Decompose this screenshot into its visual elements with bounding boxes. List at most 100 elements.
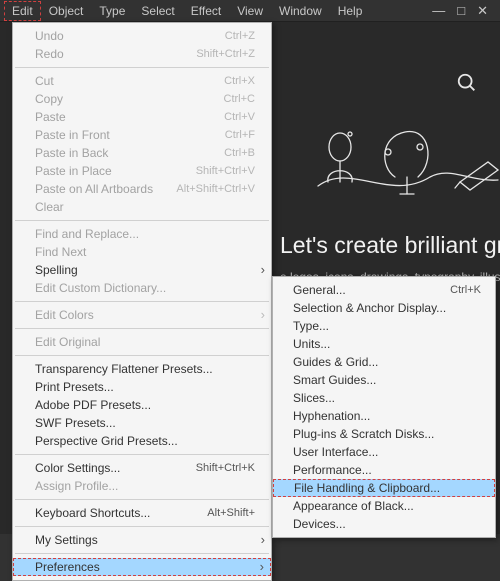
edit-item-paste-in-front: Paste in FrontCtrl+F — [13, 126, 271, 144]
edit-item-separator — [15, 67, 269, 68]
edit-item-separator — [15, 526, 269, 527]
menu-item-label: Spelling — [35, 263, 78, 277]
edit-item-clear: Clear — [13, 198, 271, 216]
search-icon[interactable] — [456, 72, 478, 97]
menu-item-label: Perspective Grid Presets... — [35, 434, 178, 448]
pref-item-appearance-of-black[interactable]: Appearance of Black... — [273, 497, 495, 515]
edit-item-paste-in-back: Paste in BackCtrl+B — [13, 144, 271, 162]
menu-select[interactable]: Select — [133, 1, 182, 21]
pref-item-type[interactable]: Type... — [273, 317, 495, 335]
menu-edit[interactable]: Edit — [4, 1, 41, 21]
menu-effect[interactable]: Effect — [183, 1, 229, 21]
maximize-button[interactable]: □ — [457, 3, 465, 19]
pref-item-guides-grid[interactable]: Guides & Grid... — [273, 353, 495, 371]
edit-item-perspective-grid-presets[interactable]: Perspective Grid Presets... — [13, 432, 271, 450]
edit-item-separator — [15, 499, 269, 500]
menu-view[interactable]: View — [229, 1, 271, 21]
pref-item-plug-ins-scratch-disks[interactable]: Plug-ins & Scratch Disks... — [273, 425, 495, 443]
menu-item-label: Redo — [35, 47, 64, 61]
menu-item-shortcut: Ctrl+V — [224, 110, 255, 124]
menu-item-shortcut: Ctrl+C — [224, 92, 255, 106]
edit-item-keyboard-shortcuts[interactable]: Keyboard Shortcuts... Alt+Shift+ — [13, 504, 271, 522]
menu-item-label: Type... — [293, 319, 329, 333]
menu-item-label: Preferences — [35, 560, 100, 574]
menu-item-label: Undo — [35, 29, 64, 43]
menu-item-label: Keyboard Shortcuts... — [35, 506, 150, 520]
menu-item-shortcut: Shift+Ctrl+V — [196, 164, 255, 178]
pref-item-hyphenation[interactable]: Hyphenation... — [273, 407, 495, 425]
menu-item-shortcut: Ctrl+B — [224, 146, 255, 160]
menu-item-label: Clear — [35, 200, 64, 214]
menu-item-shortcut: Alt+Shift+ — [207, 506, 255, 520]
menu-item-label: Performance... — [293, 463, 372, 477]
menu-item-shortcut: Alt+Shift+Ctrl+V — [176, 182, 255, 196]
pref-item-smart-guides[interactable]: Smart Guides... — [273, 371, 495, 389]
menu-item-label: Print Presets... — [35, 380, 114, 394]
menu-item-label: Edit Custom Dictionary... — [35, 281, 166, 295]
menu-item-shortcut: Ctrl+X — [224, 74, 255, 88]
edit-item-assign-profile: Assign Profile... — [13, 477, 271, 495]
menu-item-label: Cut — [35, 74, 54, 88]
edit-item-edit-custom-dictionary: Edit Custom Dictionary... — [13, 279, 271, 297]
menu-item-label: Edit Original — [35, 335, 100, 349]
window-controls: — □ ✕ — [432, 3, 500, 19]
pref-item-general[interactable]: General...Ctrl+K — [273, 281, 495, 299]
menu-item-shortcut: Ctrl+F — [225, 128, 255, 142]
menu-item-label: SWF Presets... — [35, 416, 116, 430]
menu-item-label: Hyphenation... — [293, 409, 370, 423]
edit-item-separator — [15, 328, 269, 329]
edit-item-cut: Cut Ctrl+X — [13, 72, 271, 90]
menu-item-label: Slices... — [293, 391, 335, 405]
menu-item-label: My Settings — [35, 533, 98, 547]
menu-item-shortcut: Ctrl+Z — [225, 29, 255, 43]
edit-item-redo: Redo Shift+Ctrl+Z — [13, 45, 271, 63]
edit-item-find-and-replace: Find and Replace... — [13, 225, 271, 243]
pref-item-slices[interactable]: Slices... — [273, 389, 495, 407]
menu-item-shortcut: Ctrl+K — [450, 283, 481, 297]
menu-item-shortcut: Shift+Ctrl+Z — [196, 47, 255, 61]
pref-item-devices[interactable]: Devices... — [273, 515, 495, 533]
edit-item-preferences[interactable]: Preferences — [13, 558, 271, 576]
edit-item-spelling[interactable]: Spelling — [13, 261, 271, 279]
menu-item-shortcut: Shift+Ctrl+K — [196, 461, 255, 475]
menu-item-label: Edit Colors — [35, 308, 94, 322]
menu-help[interactable]: Help — [330, 1, 371, 21]
edit-item-find-next: Find Next — [13, 243, 271, 261]
menu-item-label: Units... — [293, 337, 330, 351]
edit-item-paste: Paste Ctrl+V — [13, 108, 271, 126]
menu-item-label: Plug-ins & Scratch Disks... — [293, 427, 434, 441]
menu-window[interactable]: Window — [271, 1, 330, 21]
pref-item-selection-anchor-display[interactable]: Selection & Anchor Display... — [273, 299, 495, 317]
edit-item-edit-original: Edit Original — [13, 333, 271, 351]
edit-item-print-presets[interactable]: Print Presets... — [13, 378, 271, 396]
menu-item-label: Devices... — [293, 517, 346, 531]
edit-item-edit-colors: Edit Colors — [13, 306, 271, 324]
edit-item-adobe-pdf-presets[interactable]: Adobe PDF Presets... — [13, 396, 271, 414]
menu-type[interactable]: Type — [91, 1, 133, 21]
menu-item-label: Appearance of Black... — [293, 499, 414, 513]
edit-item-separator — [15, 301, 269, 302]
edit-item-transparency-flattener-presets[interactable]: Transparency Flattener Presets... — [13, 360, 271, 378]
close-button[interactable]: ✕ — [477, 3, 488, 19]
pref-item-units[interactable]: Units... — [273, 335, 495, 353]
menu-item-label: Color Settings... — [35, 461, 120, 475]
edit-item-separator — [15, 220, 269, 221]
edit-dropdown: UndoCtrl+ZRedoShift+Ctrl+ZCutCtrl+XCopyC… — [12, 22, 272, 581]
minimize-button[interactable]: — — [432, 3, 445, 19]
pref-item-performance[interactable]: Performance... — [273, 461, 495, 479]
menu-item-label: Assign Profile... — [35, 479, 118, 493]
menu-item-label: Paste on All Artboards — [35, 182, 153, 196]
edit-item-color-settings[interactable]: Color Settings... Shift+Ctrl+K — [13, 459, 271, 477]
menu-item-label: User Interface... — [293, 445, 378, 459]
pref-item-user-interface[interactable]: User Interface... — [273, 443, 495, 461]
menu-item-label: Copy — [35, 92, 63, 106]
menu-item-label: Paste — [35, 110, 66, 124]
menu-item-label: File Handling & Clipboard... — [294, 481, 440, 495]
menu-object[interactable]: Object — [41, 1, 92, 21]
preferences-submenu: General...Ctrl+KSelection & Anchor Displ… — [272, 276, 496, 538]
edit-item-separator — [15, 454, 269, 455]
edit-item-copy: Copy Ctrl+C — [13, 90, 271, 108]
edit-item-separator — [15, 553, 269, 554]
pref-item-file-handling-clipboard[interactable]: File Handling & Clipboard... — [273, 479, 495, 497]
edit-item-swf-presets[interactable]: SWF Presets... — [13, 414, 271, 432]
